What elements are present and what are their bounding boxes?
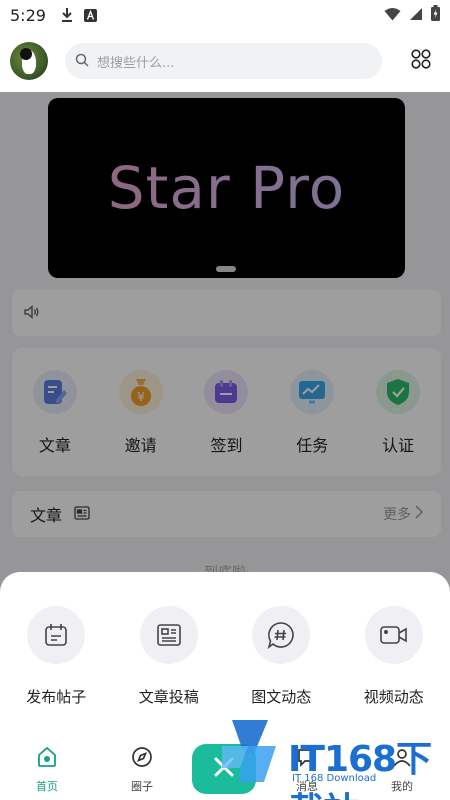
battery-icon xyxy=(431,5,440,25)
status-bar: 5:29 xyxy=(0,0,450,30)
sheet-label: 发布帖子 xyxy=(26,688,87,706)
video-camera-icon xyxy=(364,606,423,664)
tab-circle[interactable]: 圈子 xyxy=(107,746,177,794)
top-header: 想搜些什么... xyxy=(0,30,450,92)
submit-article-button[interactable]: 文章投稿 xyxy=(119,606,219,707)
watermark-subtext: IT 168 Download xyxy=(292,773,377,784)
tab-home[interactable]: 首页 xyxy=(12,746,82,794)
home-icon xyxy=(36,746,58,772)
calendar-post-icon xyxy=(27,606,86,664)
search-placeholder: 想搜些什么... xyxy=(97,55,175,71)
compass-icon xyxy=(131,746,153,772)
publish-post-button[interactable]: 发布帖子 xyxy=(6,606,106,707)
sheet-label: 图文动态 xyxy=(251,688,312,706)
apps-grid-button[interactable] xyxy=(408,48,434,74)
hashtag-bubble-icon xyxy=(252,606,311,664)
download-icon xyxy=(60,7,74,23)
search-icon xyxy=(75,52,89,71)
video-post-button[interactable]: 视频动态 xyxy=(344,606,444,707)
apps-grid-icon xyxy=(410,48,432,74)
avatar[interactable] xyxy=(10,42,48,80)
sheet-label: 文章投稿 xyxy=(138,688,199,706)
wifi-icon xyxy=(384,6,401,25)
watermark: IT168下载站 IT 168 Download xyxy=(218,716,450,800)
image-text-post-button[interactable]: 图文动态 xyxy=(231,606,331,707)
watermark-logo-icon xyxy=(222,720,276,782)
watermark-text: IT168下载站 xyxy=(288,739,432,800)
tab-label: 首页 xyxy=(36,780,58,793)
a-badge-icon xyxy=(83,8,97,22)
news-article-icon xyxy=(139,606,198,664)
tab-label: 圈子 xyxy=(131,780,153,793)
status-time: 5:29 xyxy=(10,5,46,25)
search-bar[interactable]: 想搜些什么... xyxy=(65,43,382,79)
signal-icon xyxy=(409,6,423,25)
sheet-label: 视频动态 xyxy=(363,688,424,706)
